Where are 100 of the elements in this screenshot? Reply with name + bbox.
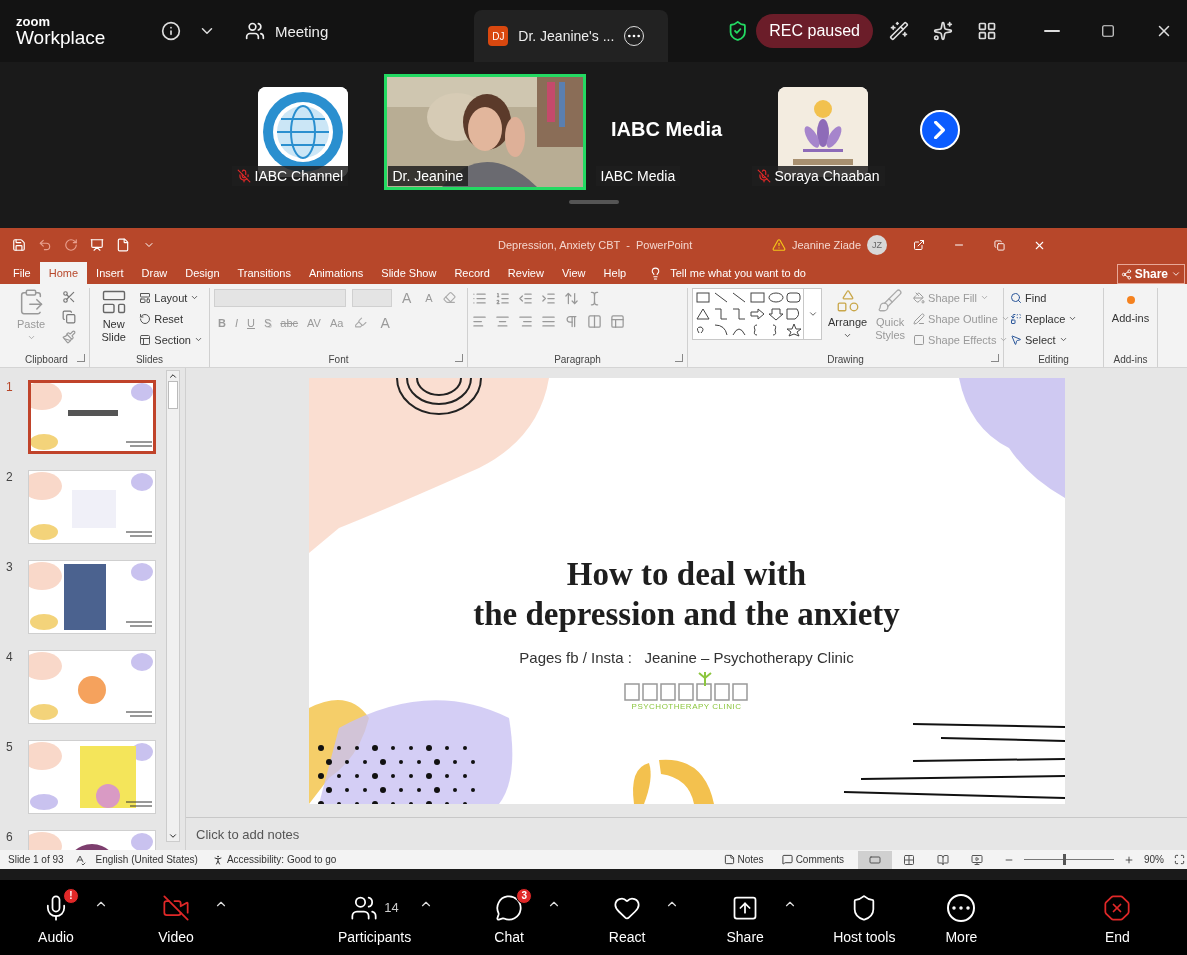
user-avatar: JZ (867, 235, 888, 255)
paragraph-tool-icon[interactable] (541, 291, 556, 306)
ribbon-tab[interactable]: Transitions (228, 262, 300, 284)
camera-off-icon (162, 893, 190, 922)
toolbar-button[interactable]: 14 Participants (338, 890, 434, 945)
group-label: Drawing (827, 353, 864, 365)
highlighter-icon (354, 316, 368, 329)
toolbar-button[interactable]: Share (715, 890, 798, 945)
slides-command[interactable]: Layout (137, 288, 205, 307)
slide-count: Slide 1 of 93 (8, 854, 64, 865)
slide-thumbnail[interactable] (28, 650, 156, 724)
notes-field[interactable]: Click to add notes (196, 826, 300, 842)
scroll-thumb[interactable] (168, 381, 178, 409)
slides-command[interactable]: Reset (137, 309, 205, 328)
toolbar-button[interactable]: ! Audio (26, 890, 108, 945)
toolbar-button[interactable]: End (1087, 890, 1148, 945)
slide-thumbnail[interactable] (28, 380, 156, 454)
scrollbar[interactable] (166, 370, 180, 842)
add-ins-button[interactable]: Add-ins (1108, 288, 1153, 351)
participant-name: IABC Media (610, 118, 723, 141)
view-button[interactable] (858, 850, 892, 869)
paragraph-tool-icon[interactable] (518, 314, 533, 329)
maximize-icon (1101, 24, 1115, 38)
launcher-icon[interactable] (991, 354, 999, 362)
slide-number: 5 (6, 740, 14, 756)
share-button[interactable]: Share (1116, 264, 1185, 284)
ribbon-tab[interactable]: Review (498, 262, 553, 284)
slides-command[interactable]: Section (137, 330, 205, 349)
paragraph-tool-icon[interactable] (587, 314, 602, 329)
paragraph-tool-icon[interactable] (472, 314, 487, 329)
chevron-down-icon (190, 293, 200, 302)
ribbon-tab[interactable]: Slide Show (372, 262, 446, 284)
paragraph-tool-icon[interactable] (518, 291, 533, 306)
paintbrush-icon (62, 330, 76, 344)
people-icon (244, 21, 265, 41)
paragraph-tool-icon[interactable] (472, 291, 487, 306)
launcher-icon[interactable] (455, 354, 463, 362)
tell-me-field[interactable]: Tell me what you want to do (649, 262, 806, 284)
zoom-in-icon (1124, 854, 1134, 865)
ribbon-tab[interactable]: Draw (132, 262, 177, 284)
rectangle-icon (869, 853, 881, 866)
ribbon-tab[interactable]: Animations (299, 262, 373, 284)
paragraph-tool-icon[interactable] (495, 314, 510, 329)
paragraph-tool-icon[interactable] (564, 314, 579, 329)
paragraph-tool-icon[interactable] (564, 291, 579, 306)
ribbon-tab[interactable]: Help (594, 262, 636, 284)
pointer-icon (1010, 333, 1022, 346)
launcher-icon[interactable] (675, 354, 683, 362)
arrange-button[interactable]: Arrange (826, 288, 870, 351)
drag-handle[interactable] (568, 200, 619, 204)
ribbon-tab[interactable]: Design (176, 262, 229, 284)
note-icon (723, 854, 735, 865)
new-slide-button[interactable]: New Slide (94, 288, 134, 351)
slider-thumb[interactable] (1063, 854, 1067, 865)
toolbar-button[interactable]: Video (146, 890, 228, 945)
copy-icon (62, 310, 76, 324)
recording-button[interactable]: REC paused (756, 14, 873, 48)
toolbar-button[interactable]: Host tools (833, 890, 896, 945)
scissors-icon (62, 290, 76, 304)
section-icon (139, 333, 152, 346)
toolbar-button[interactable]: More (931, 890, 992, 945)
chevron-down-icon (807, 309, 818, 319)
pen-icon (913, 312, 926, 325)
notification-badge: ! (63, 887, 79, 904)
slide-thumbnail[interactable] (28, 560, 156, 634)
name-label: Dr. Jeanine (387, 166, 469, 186)
group-label: Add-ins (1113, 353, 1148, 365)
zoom-level: 90% (1144, 854, 1164, 865)
paragraph-tool-icon[interactable] (495, 291, 510, 306)
toolbar-button[interactable]: React (597, 890, 680, 945)
paragraph-tool-icon[interactable] (541, 314, 556, 329)
file-icon (116, 238, 130, 252)
warning-icon (772, 238, 786, 252)
launcher-icon[interactable] (77, 354, 85, 362)
paragraph-tool-icon[interactable] (610, 314, 625, 329)
ribbon-tab[interactable]: Record (445, 262, 499, 284)
next-page-button[interactable] (919, 110, 960, 150)
ribbon-tab[interactable]: View (552, 262, 595, 284)
accessibility-button[interactable]: Accessibility: Good to go (207, 853, 341, 866)
meeting-tab[interactable]: DJ Dr. Jeanine's ... (474, 10, 669, 62)
reset-icon (139, 312, 152, 325)
shape-gallery-drawing[interactable] (693, 289, 803, 337)
avatar: DJ (488, 26, 509, 46)
popout-icon (913, 239, 926, 251)
slide-thumbnail[interactable] (28, 740, 156, 814)
brush-icon (877, 288, 904, 314)
dot-icon (1126, 296, 1135, 304)
slide-number: 2 (6, 470, 14, 486)
comments-button[interactable]: Comments (777, 854, 848, 865)
slide-title: the depression and the anxiety (473, 595, 900, 635)
grid-icon (977, 21, 997, 41)
ribbon-tab[interactable]: Home (39, 262, 88, 284)
ribbon-tab[interactable]: File (4, 262, 40, 284)
ribbon-tab[interactable]: Insert (87, 262, 133, 284)
meeting-button[interactable]: Meeting (238, 15, 335, 47)
slide-thumbnail[interactable] (28, 470, 156, 544)
toolbar-button[interactable]: 3 Chat (479, 890, 562, 945)
group-label: Editing (1038, 353, 1069, 365)
notes-button[interactable]: Notes (719, 854, 768, 865)
font-size-field[interactable] (352, 288, 392, 307)
